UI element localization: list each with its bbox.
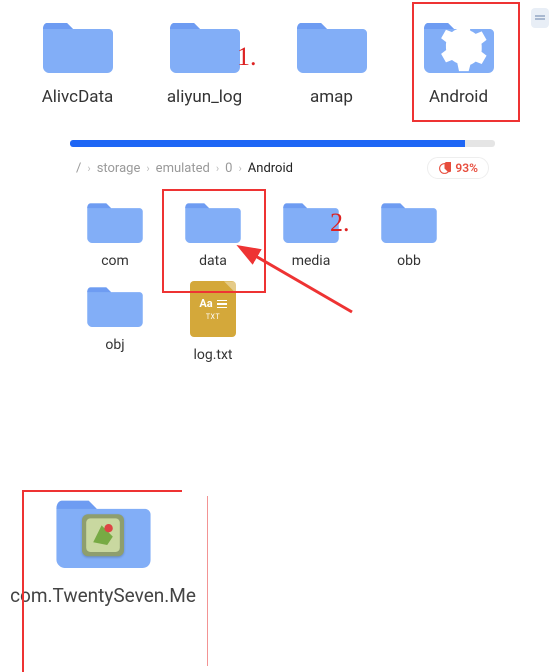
folder-label: obb [397,253,421,269]
folder-com-twentyseven-me[interactable]: com.TwentySeven.Me [28,490,178,609]
folder-icon [297,15,367,73]
txt-file-icon: Aa TXT [190,281,236,337]
app-icon [82,514,124,556]
folder-obb[interactable]: obb [364,193,454,273]
breadcrumb: / › storage › emulated › 0 › Android 93% [70,147,495,189]
storage-pct: 93% [455,161,478,175]
folder-aliyun-log[interactable]: aliyun_log [147,10,262,112]
folder-label: data [199,253,227,269]
chevron-right-icon: › [87,162,90,175]
crumb-0[interactable]: 0 [225,161,232,176]
folder-obj[interactable]: obj [70,277,160,367]
folder-label: amap [310,87,353,107]
folder-com[interactable]: com [70,193,160,273]
pie-icon [438,162,451,175]
folder-icon [185,197,241,243]
folder-label: media [292,253,331,269]
folder-icon [87,281,143,327]
folder-label: com.TwentySeven.Me [10,584,196,609]
folder-icon [283,197,339,243]
subfolder-grid: com data media obb obj [70,189,495,379]
folder-label: com [101,253,129,269]
folder-amap[interactable]: amap [274,10,389,112]
gear-icon [424,18,494,76]
folder-data[interactable]: data [168,193,258,273]
divider-line [207,496,208,666]
folder-label: obj [105,337,124,353]
folder-android[interactable]: Android [401,10,516,112]
chevron-right-icon: › [216,162,219,175]
folder-label: AlivcData [42,87,114,107]
storage-progress [70,140,495,147]
folder-icon [87,197,143,243]
file-label: log.txt [193,347,232,363]
file-log-txt[interactable]: Aa TXT log.txt [168,277,258,367]
chevron-right-icon: › [238,162,241,175]
crumb-storage[interactable]: storage [97,161,141,176]
folder-icon [170,15,240,73]
storage-badge[interactable]: 93% [427,157,489,179]
folder-icon [381,197,437,243]
folder-icon [424,15,494,73]
crumb-emulated[interactable]: emulated [156,161,210,176]
folder-label: aliyun_log [167,87,242,107]
chevron-right-icon: › [146,162,149,175]
folder-alivcdata[interactable]: AlivcData [20,10,135,112]
android-contents: / › storage › emulated › 0 › Android 93%… [70,140,495,379]
crumb-android[interactable]: Android [248,161,293,176]
folder-media[interactable]: media [266,193,356,273]
folder-icon [43,15,113,73]
bottom-folder: com.TwentySeven.Me [28,490,178,609]
folder-icon [56,490,151,568]
top-folder-grid: AlivcData aliyun_log amap Android [0,0,555,122]
scroll-thumb[interactable] [531,8,549,28]
folder-label: Android [429,87,488,107]
crumb-root[interactable]: / [76,161,81,176]
